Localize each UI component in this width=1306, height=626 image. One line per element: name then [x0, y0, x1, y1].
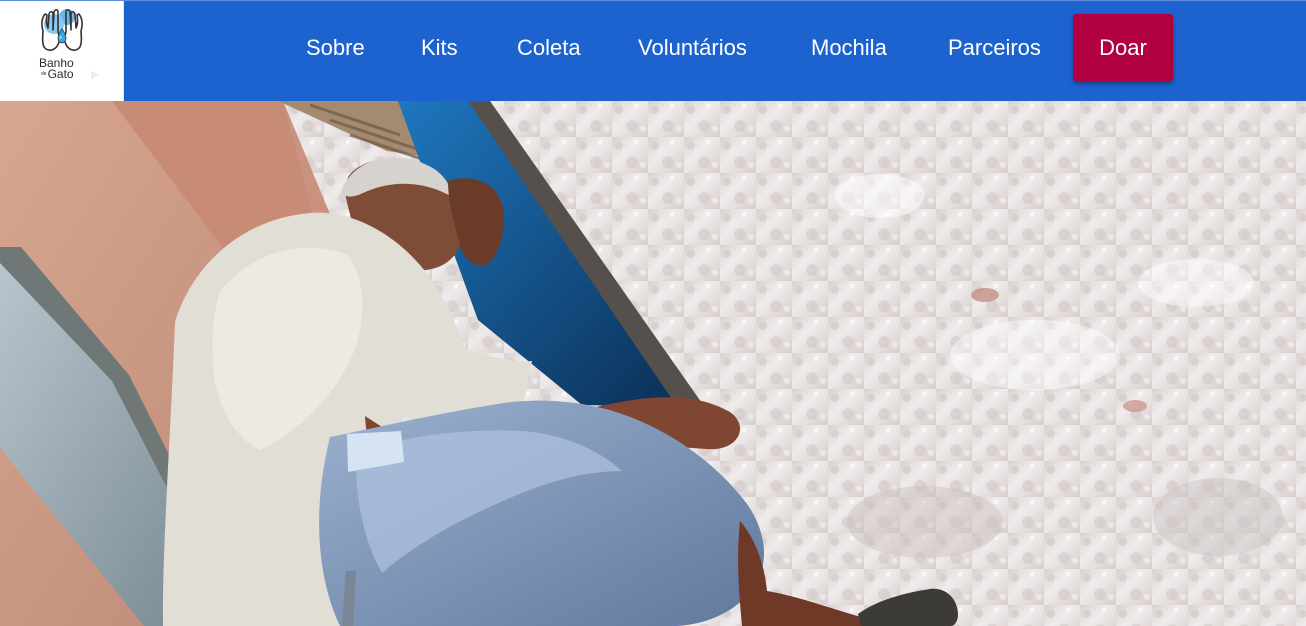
home-logo-link[interactable]: Banho deGato: [0, 1, 124, 102]
nav-item-voluntarios[interactable]: Voluntários: [638, 34, 747, 62]
logo-small-text: de: [41, 71, 47, 77]
logo-line-two-text: Gato: [47, 67, 74, 81]
nav-item-coleta[interactable]: Coleta: [517, 34, 581, 62]
nav-item-sobre[interactable]: Sobre: [306, 34, 365, 62]
hero-photo: [0, 101, 1306, 626]
small-arrow-icon: [91, 71, 99, 79]
nav-item-parceiros[interactable]: Parceiros: [948, 34, 1041, 62]
donate-button[interactable]: Doar: [1073, 14, 1173, 81]
hands-drop-icon: [41, 8, 83, 51]
page: Banho deGato Sobre Kits Coleta Voluntári…: [0, 0, 1306, 626]
nav-item-mochila[interactable]: Mochila: [811, 34, 887, 62]
nav-item-kits[interactable]: Kits: [421, 34, 458, 62]
top-navigation-bar: Banho deGato Sobre Kits Coleta Voluntári…: [0, 0, 1306, 102]
hero-banner-image: [0, 101, 1306, 626]
